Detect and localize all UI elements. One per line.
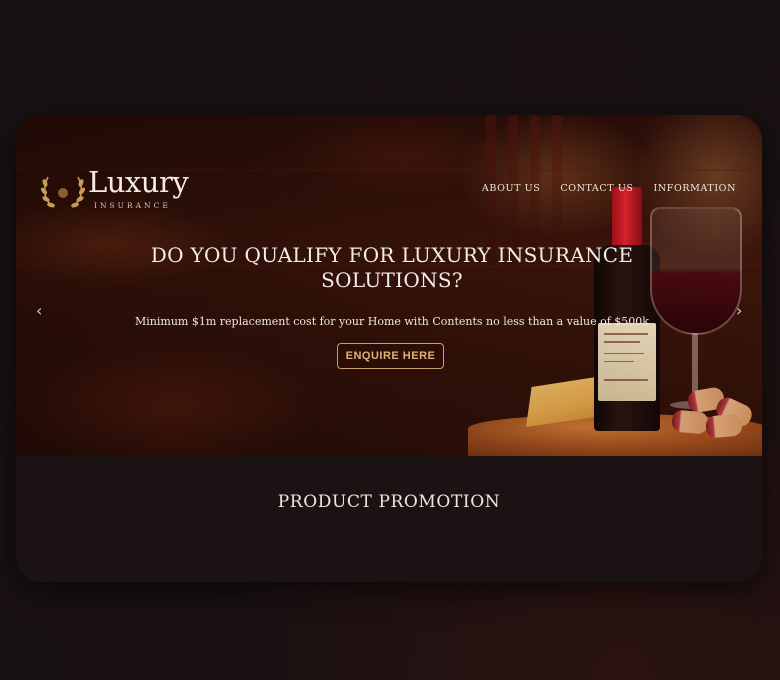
nav-information[interactable]: INFORMATION	[654, 183, 736, 194]
nav-about-us[interactable]: ABOUT US	[482, 183, 540, 194]
hero-subtitle: Minimum $1m replacement cost for your Ho…	[135, 315, 649, 328]
nav-contact-us[interactable]: CONTACT US	[560, 183, 633, 194]
hero-title: DO YOU QUALIFY FOR LUXURY INSURANCE SOLU…	[150, 243, 634, 292]
carousel-next-arrow-icon[interactable]: ›	[736, 301, 742, 320]
website-card: Luxury INSURANCE ABOUT US CONTACT US INF…	[16, 115, 762, 582]
brand-logo[interactable]: Luxury INSURANCE	[40, 165, 190, 213]
main-nav: ABOUT US CONTACT US INFORMATION	[482, 183, 736, 194]
laurel-wreath-icon	[40, 176, 86, 208]
section-title: PRODUCT PROMOTION	[277, 492, 501, 512]
brand-tagline: INSURANCE	[94, 201, 171, 210]
enquire-button[interactable]: ENQUIRE HERE	[337, 343, 444, 369]
carousel-prev-arrow-icon[interactable]: ‹	[36, 301, 42, 320]
hero-banner: Luxury INSURANCE ABOUT US CONTACT US INF…	[16, 115, 762, 456]
brand-name: Luxury	[88, 165, 189, 199]
